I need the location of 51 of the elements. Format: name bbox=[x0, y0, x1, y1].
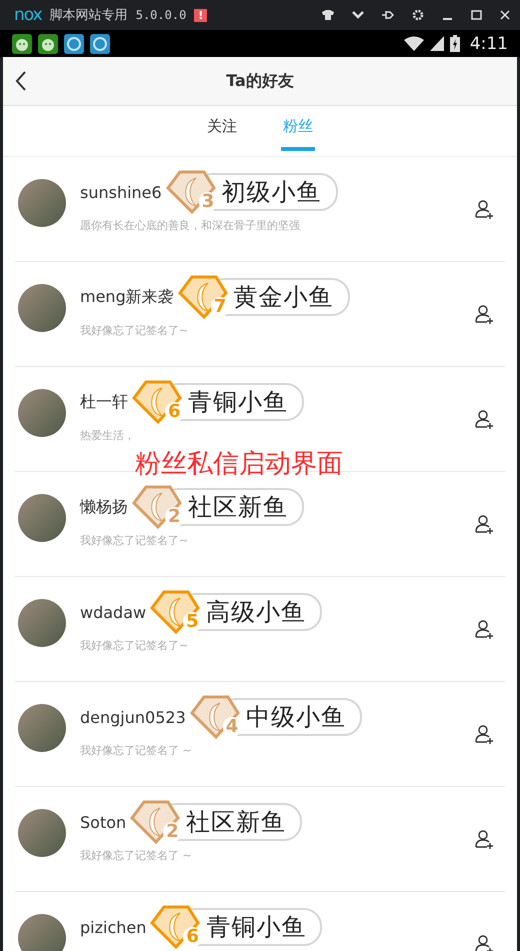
signal-icon bbox=[430, 36, 444, 51]
settings-icon[interactable] bbox=[412, 9, 424, 21]
username[interactable]: Soton bbox=[80, 812, 126, 832]
signature-text: 我好像忘了记签名了 ~ bbox=[80, 848, 193, 863]
username[interactable]: pizichen bbox=[80, 918, 146, 936]
version-text: 5.0.0.0 bbox=[136, 8, 186, 22]
signature-text: 我好像忘了记签名了~ bbox=[80, 323, 190, 338]
ring-app-icon[interactable] bbox=[64, 34, 84, 54]
add-friend-icon[interactable] bbox=[475, 619, 495, 639]
clock-text: 4:11 bbox=[470, 34, 508, 54]
app-logo: nox bbox=[14, 5, 42, 25]
chevron-down-icon[interactable] bbox=[352, 11, 364, 19]
pin-icon[interactable] bbox=[382, 9, 394, 21]
window-title: 脚本网站专用 bbox=[50, 7, 128, 24]
add-friend-icon[interactable] bbox=[475, 409, 495, 429]
signature-text: 我好像忘了记签名了~ bbox=[80, 638, 190, 653]
ring-app-icon[interactable] bbox=[90, 34, 110, 54]
avatar-photo-placeholder[interactable] bbox=[18, 914, 66, 951]
add-friend-icon[interactable] bbox=[475, 829, 495, 849]
add-friend-icon[interactable] bbox=[475, 199, 495, 219]
android-app-icon[interactable] bbox=[38, 34, 58, 54]
avatar-photo-placeholder[interactable] bbox=[18, 494, 66, 542]
avatar-photo-placeholder[interactable] bbox=[18, 179, 66, 227]
avatar-photo-placeholder[interactable] bbox=[18, 809, 66, 857]
username[interactable]: sunshine6 bbox=[80, 182, 162, 202]
maximize-icon[interactable] bbox=[471, 10, 482, 20]
avatar-photo-placeholder[interactable] bbox=[18, 284, 66, 332]
page-title: Ta的好友 bbox=[225, 70, 295, 92]
battery-charging-icon bbox=[450, 35, 460, 52]
username[interactable]: meng新来袭 bbox=[80, 286, 174, 308]
username[interactable]: dengjun0523 bbox=[80, 708, 186, 726]
add-friend-icon[interactable] bbox=[475, 514, 495, 534]
signature-text: 热爱生活， bbox=[80, 428, 136, 443]
wifi-icon bbox=[404, 36, 424, 51]
avatar-photo-placeholder[interactable] bbox=[18, 599, 66, 647]
close-icon[interactable] bbox=[500, 10, 510, 20]
avatar-photo-placeholder[interactable] bbox=[18, 389, 66, 437]
android-app-icon[interactable] bbox=[12, 34, 32, 54]
username[interactable]: 懒杨扬 bbox=[80, 496, 128, 518]
add-friend-icon[interactable] bbox=[475, 934, 495, 951]
signature-text: 我好像忘了记签名了 ~ bbox=[80, 743, 193, 758]
username[interactable]: 杜一轩 bbox=[80, 392, 128, 412]
signature-text: 我好像忘了记签名了~ bbox=[80, 533, 190, 548]
shirt-icon[interactable] bbox=[322, 10, 334, 20]
username[interactable]: wdadaw bbox=[80, 602, 146, 622]
signature-text: 愿你有长在心底的善良，和深在骨子里的坚强 bbox=[80, 218, 301, 233]
add-friend-icon[interactable] bbox=[475, 304, 495, 324]
overlay-caption: 粉丝私信启动界面 bbox=[135, 449, 343, 479]
add-friend-icon[interactable] bbox=[475, 724, 495, 744]
avatar-photo-placeholder[interactable] bbox=[18, 704, 66, 752]
tab[interactable]: 关注 bbox=[205, 103, 239, 153]
